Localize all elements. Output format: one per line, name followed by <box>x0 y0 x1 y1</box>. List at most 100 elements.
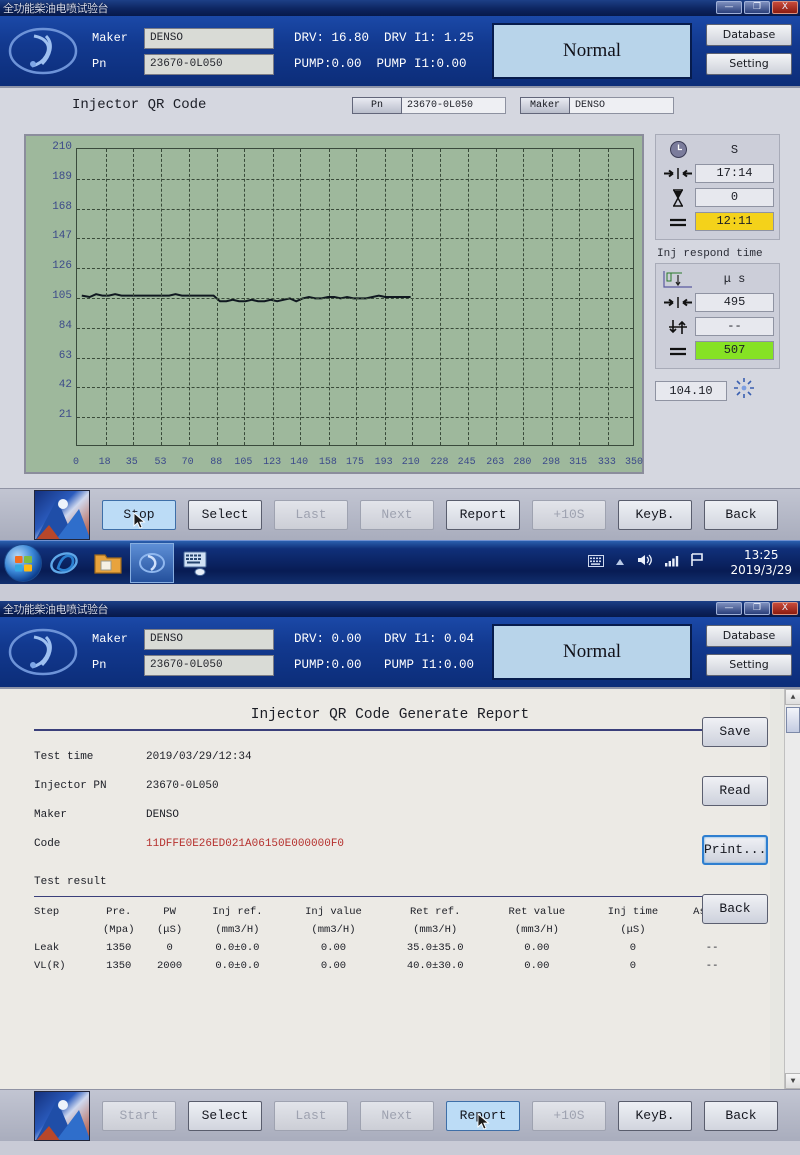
qr-pn-tag[interactable]: Pn <box>352 96 402 114</box>
keyboard-app-icon[interactable] <box>174 543 218 583</box>
table-cell: 0 <box>166 942 173 954</box>
maker-input[interactable]: DENSO <box>144 27 274 49</box>
window2-titlebar[interactable]: 全功能柴油电喷试验台 — ❐ X <box>0 601 800 617</box>
window2-controls: — ❐ X <box>716 602 798 615</box>
report-back-button[interactable]: Back <box>702 894 768 924</box>
chart-x-tick-label: 140 <box>290 457 309 468</box>
show-hidden-icons-icon[interactable] <box>614 554 626 572</box>
volume-icon[interactable] <box>636 553 654 572</box>
count-value: 0 <box>695 188 774 207</box>
scroll-down-arrow-icon[interactable]: ▼ <box>785 1073 800 1089</box>
total-row: 12:11 <box>661 211 774 232</box>
pn-row: Pn 23670-0L050 <box>92 52 274 76</box>
clock-date: 2019/3/29 <box>730 562 792 577</box>
toolbar-button-select[interactable]: Select <box>188 499 262 530</box>
chart-y-tick-label: 126 <box>52 260 72 273</box>
database-button-2[interactable]: Database <box>706 625 792 647</box>
window2-header: Maker DENSO Pn 23670-0L050 DRV: 0.00 DRV… <box>0 617 800 689</box>
chart-gridline-h <box>77 268 633 270</box>
chart-gridline-v <box>188 149 190 445</box>
toolbar-button-keyb[interactable]: KeyB. <box>618 1100 692 1131</box>
toolbar-button-label: Next <box>381 506 413 522</box>
maker-input-2[interactable]: DENSO <box>144 628 274 650</box>
table-column-unit: (mm3/H) <box>413 924 458 936</box>
setting-button[interactable]: Setting <box>706 53 792 75</box>
action-center-flag-icon[interactable] <box>690 553 704 572</box>
toolbar-button-select[interactable]: Select <box>188 1100 262 1131</box>
elapsed-row: 17:14 <box>661 163 774 184</box>
report-read-button[interactable]: Read <box>702 776 768 806</box>
table-cell: 1350 <box>106 942 132 954</box>
maximize-button-2[interactable]: ❐ <box>744 602 770 615</box>
report-scrollbar[interactable]: ▲ ▼ <box>784 689 800 1089</box>
chart-gridline-v <box>440 149 442 445</box>
table-column-unit <box>34 921 91 939</box>
start-orb-icon[interactable] <box>4 543 42 582</box>
chart-y-tick-label: 63 <box>58 349 72 362</box>
report-save-button[interactable]: Save <box>702 717 768 747</box>
table-header-row: Step Pre. PW Inj ref. Inj value Ret ref. Ret v… <box>34 903 746 921</box>
minimize-button-2[interactable]: — <box>716 602 742 615</box>
chart-plot-area <box>76 148 634 446</box>
toolbar-button-report[interactable]: Report <box>446 1100 520 1131</box>
resp-total-row: 507 <box>661 340 774 361</box>
maximize-button[interactable]: ❐ <box>744 1 770 14</box>
report-side-buttons: Save Read Print... Back <box>702 717 768 953</box>
equals-icon <box>661 212 695 231</box>
table-column-unit: (mm3/H) <box>311 924 356 936</box>
taskbar-clock[interactable]: 13:25 2019/3/29 <box>730 548 792 578</box>
scroll-up-arrow-icon[interactable]: ▲ <box>785 689 800 705</box>
chart-gridline-h <box>77 208 633 210</box>
table-cell: Leak <box>34 942 60 954</box>
chart-gridline-v <box>579 149 581 445</box>
pressure-readout-value: 104.10 <box>655 380 727 401</box>
chart-y-tick-label: 147 <box>52 230 72 243</box>
toolbar-button-stop[interactable]: Stop <box>102 499 176 530</box>
close-button-2[interactable]: X <box>772 602 798 615</box>
table-unit-row: (Mpa) (μS) (mm3/H) (mm3/H) (mm3/H) (mm3/H) (μS… <box>34 921 746 939</box>
toolbar-button-back[interactable]: Back <box>704 499 778 530</box>
setting-button-2[interactable]: Setting <box>706 654 792 676</box>
window1-titlebar[interactable]: 全功能柴油电喷试验台 — ❐ X <box>0 0 800 16</box>
window2-title: 全功能柴油电喷试验台 <box>3 603 109 616</box>
database-button[interactable]: Database <box>706 24 792 46</box>
toolbar-button-report[interactable]: Report <box>446 499 520 530</box>
toolbar-button-back[interactable]: Back <box>704 1100 778 1131</box>
table-cell: 0.00 <box>524 942 550 954</box>
chart-gridline-v <box>411 149 413 445</box>
chart-gridline-v <box>384 149 386 445</box>
test-bench-app-icon[interactable] <box>130 542 174 583</box>
pn-input[interactable]: 23670-0L050 <box>144 53 274 75</box>
minimize-button[interactable]: — <box>716 1 742 14</box>
network-signal-icon[interactable] <box>664 554 680 572</box>
internet-explorer-icon[interactable] <box>42 543 86 583</box>
chart-x-tick-label: 350 <box>624 457 644 468</box>
toolbar-button--10s: +10S <box>532 499 606 530</box>
report-field-row: Maker DENSO <box>34 809 746 821</box>
chart-gridline-h <box>77 387 633 389</box>
instrument-panel: S 17:14 0 12:11 Inj respond time μ s 495… <box>655 134 780 404</box>
file-explorer-icon[interactable] <box>86 543 130 583</box>
toolbar-button-label: Last <box>295 506 327 522</box>
pn-input-2[interactable]: 23670-0L050 <box>144 654 274 676</box>
scroll-thumb[interactable] <box>786 707 800 733</box>
report-print-button[interactable]: Print... <box>702 835 768 865</box>
chart-x-tick-label: 298 <box>542 457 561 468</box>
report-field-row: Test time 2019/03/29/12:34 <box>34 751 746 763</box>
table-column-header: Ret value <box>508 906 566 918</box>
resp-open-value: 495 <box>695 293 774 312</box>
chart-gridline-v <box>273 149 275 445</box>
chart-y-tick-label: 189 <box>52 170 72 183</box>
report-field-key: Injector PN <box>34 780 107 792</box>
total-time-value: 12:11 <box>695 212 774 231</box>
report-title-rule <box>34 729 746 731</box>
toolbar-button-label: KeyB. <box>635 506 675 522</box>
toolbar-button-keyb[interactable]: KeyB. <box>618 499 692 530</box>
status-badge-2: Normal <box>492 624 693 680</box>
keyboard-tray-icon[interactable] <box>588 554 604 572</box>
report-field-value: 2019/03/29/12:34 <box>146 751 252 763</box>
chart-gridline-h <box>77 327 633 329</box>
qr-maker-tag[interactable]: Maker <box>520 96 570 114</box>
close-button[interactable]: X <box>772 1 798 14</box>
toolbar-button-label: +10S <box>553 506 585 522</box>
